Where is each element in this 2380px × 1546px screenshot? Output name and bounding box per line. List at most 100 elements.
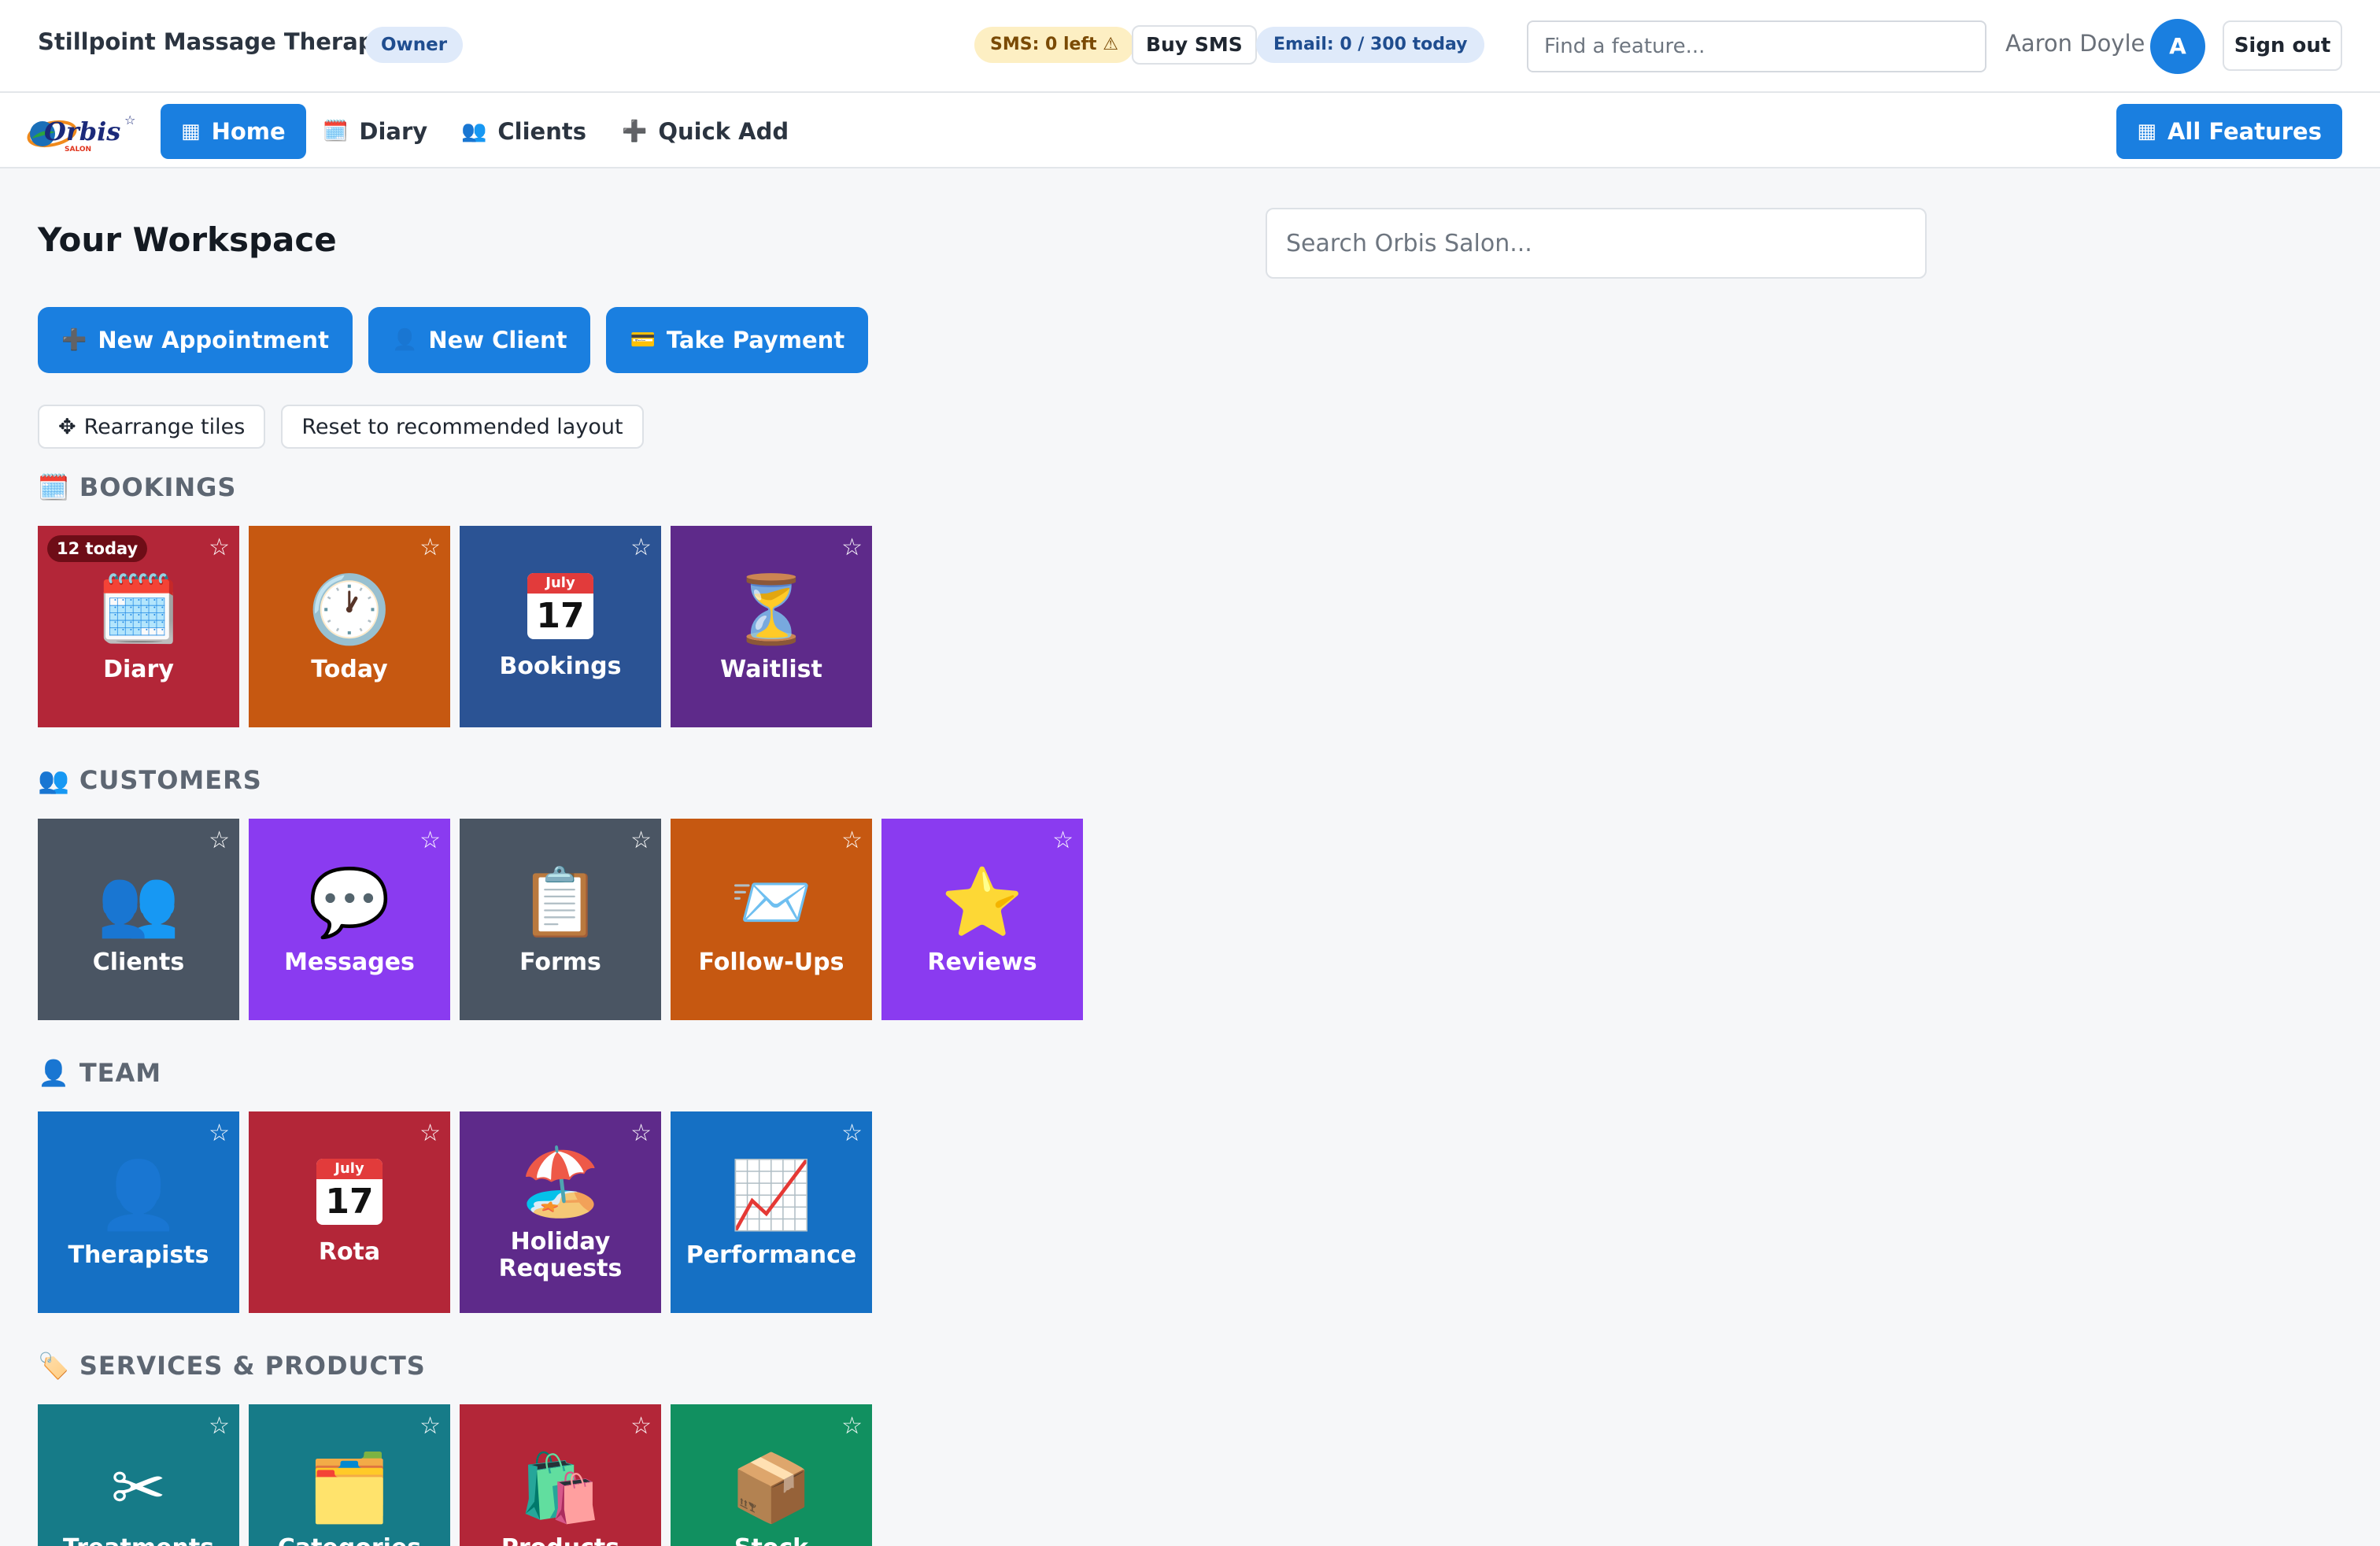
new-client-button[interactable]: 👤 New Client	[368, 307, 591, 373]
favorite-star-icon[interactable]: ☆	[630, 1412, 652, 1440]
chart-up-icon: 📈	[730, 1156, 813, 1233]
tile-therapists[interactable]: ☆ 👤 Therapists	[38, 1111, 239, 1313]
nav-diary[interactable]: 🗓️ Diary	[302, 104, 448, 159]
feature-search-input[interactable]	[1527, 20, 1986, 72]
nav-home[interactable]: ▦ Home	[161, 104, 306, 159]
calendar-day: 17	[536, 596, 585, 636]
quick-actions: ➕ New Appointment 👤 New Client 💳 Take Pa…	[38, 307, 869, 373]
all-features-button[interactable]: ▦ All Features	[2116, 104, 2342, 159]
nav-clients[interactable]: 👥 Clients	[441, 104, 607, 159]
tile-label: Stock	[726, 1535, 816, 1546]
section-title: BOOKINGS	[79, 472, 237, 502]
new-appointment-button[interactable]: ➕ New Appointment	[38, 307, 353, 373]
person-icon: 👤	[391, 328, 418, 352]
nav-quick-add[interactable]: ➕ Quick Add	[601, 104, 809, 159]
tile-treatments[interactable]: ☆ ✂ Treatments	[38, 1404, 239, 1546]
tile-diary[interactable]: 12 today ☆ 🗓️ Diary	[38, 526, 239, 727]
section-title: TEAM	[79, 1058, 162, 1088]
grid-icon: ▦	[181, 120, 201, 143]
logo-text: Orbis	[44, 117, 120, 146]
sign-out-button[interactable]: Sign out	[2223, 20, 2342, 71]
favorite-star-icon[interactable]: ☆	[630, 534, 652, 561]
take-payment-button[interactable]: 💳 Take Payment	[606, 307, 869, 373]
tile-label: Therapists	[68, 1241, 209, 1269]
tile-waitlist[interactable]: ☆ ⏳ Waitlist	[671, 526, 872, 727]
tile-label: Categories	[270, 1535, 429, 1546]
global-search-input[interactable]	[1266, 208, 1927, 279]
favorite-star-icon[interactable]: ☆	[209, 534, 230, 561]
calendar-day: 17	[325, 1182, 374, 1222]
tile-stock[interactable]: ☆ 📦 Stock	[671, 1404, 872, 1546]
favorite-star-icon[interactable]: ☆	[209, 827, 230, 854]
star-icon: ⭐	[941, 864, 1024, 941]
tag-icon: 🏷️	[38, 1351, 70, 1381]
nav-diary-label: Diary	[359, 118, 428, 145]
favorite-star-icon[interactable]: ☆	[630, 827, 652, 854]
tile-follow-ups[interactable]: ☆ 📨 Follow-Ups	[671, 819, 872, 1020]
take-payment-label: Take Payment	[666, 327, 845, 353]
hourglass-icon: ⏳	[730, 571, 813, 648]
tile-label: Products	[493, 1535, 627, 1546]
tile-messages[interactable]: ☆ 💬 Messages	[249, 819, 450, 1020]
envelope-icon: 📨	[730, 864, 813, 941]
grid-icon: ▦	[2137, 120, 2156, 143]
favorite-star-icon[interactable]: ☆	[419, 1119, 441, 1147]
tile-label: Clients	[92, 949, 185, 976]
favorite-star-icon[interactable]: ☆	[630, 1119, 652, 1147]
reset-layout-button[interactable]: Reset to recommended layout	[281, 405, 644, 449]
scissors-icon: ✂	[110, 1449, 167, 1526]
user-name: Aaron Doyle	[2005, 30, 2145, 57]
tile-rota[interactable]: ☆ July 17 Rota	[249, 1111, 450, 1313]
tile-label: Reviews	[927, 949, 1037, 976]
favorite-star-icon[interactable]: ☆	[1052, 827, 1074, 854]
tile-clients[interactable]: ☆ 👥 Clients	[38, 819, 239, 1020]
calendar-icon: July 17	[316, 1159, 382, 1225]
favorite-star-icon[interactable]: ☆	[209, 1119, 230, 1147]
favorite-star-icon[interactable]: ☆	[419, 827, 441, 854]
credit-card-icon: 💳	[630, 328, 656, 352]
tile-bookings[interactable]: ☆ July 17 Bookings	[460, 526, 661, 727]
tile-reviews[interactable]: ☆ ⭐ Reviews	[881, 819, 1083, 1020]
business-name: Stillpoint Massage Therapy	[38, 28, 390, 55]
person-icon: 👤	[97, 1156, 180, 1233]
calendar-icon: 🗓️	[38, 472, 70, 502]
tile-holiday-requests[interactable]: ☆ 🏖️ Holiday Requests	[460, 1111, 661, 1313]
speech-bubble-icon: 💬	[308, 864, 391, 941]
tile-label: Rota	[318, 1238, 381, 1266]
new-client-label: New Client	[428, 327, 567, 353]
tile-label: Diary	[103, 656, 174, 683]
tile-today[interactable]: ☆ 🕐 Today	[249, 526, 450, 727]
favorite-star-icon[interactable]: ☆	[419, 534, 441, 561]
favorite-star-icon[interactable]: ☆	[841, 1412, 863, 1440]
favorite-star-icon[interactable]: ☆	[419, 1412, 441, 1440]
calendar-icon: 🗓️	[97, 571, 180, 648]
people-icon: 👥	[461, 120, 487, 143]
tile-forms[interactable]: ☆ 📋 Forms	[460, 819, 661, 1020]
tile-categories[interactable]: ☆ 🗂️ Categories	[249, 1404, 450, 1546]
favorite-star-icon[interactable]: ☆	[841, 534, 863, 561]
layout-tools: ✥ Rearrange tiles Reset to recommended l…	[38, 405, 644, 449]
tile-label: Messages	[284, 949, 415, 976]
main-nav: Orbis SALON ☆ ▦ Home 🗓️ Diary 👥 Clients …	[0, 93, 2380, 168]
people-icon: 👥	[38, 765, 70, 795]
section-title: CUSTOMERS	[79, 765, 262, 795]
favorite-star-icon[interactable]: ☆	[841, 1119, 863, 1147]
favorite-star-icon[interactable]: ☆	[209, 1412, 230, 1440]
person-icon: 👤	[38, 1058, 70, 1088]
avatar[interactable]: A	[2150, 19, 2205, 74]
orbis-logo[interactable]: Orbis SALON ☆	[20, 107, 139, 157]
calendar-month: July	[316, 1159, 382, 1179]
tile-performance[interactable]: ☆ 📈 Performance	[671, 1111, 872, 1313]
logo-subtext: SALON	[65, 146, 91, 153]
plus-icon: ➕	[61, 328, 87, 352]
tile-products[interactable]: ☆ 🛍️ Products	[460, 1404, 661, 1546]
tile-row-services-and-products: ☆ ✂ Treatments ☆ 🗂️ Categories ☆ 🛍️ Products ☆ 📦 St…	[38, 1404, 872, 1546]
rearrange-tiles-button[interactable]: ✥ Rearrange tiles	[38, 405, 266, 449]
favorite-star-icon[interactable]: ☆	[841, 827, 863, 854]
nav-quick-add-label: Quick Add	[658, 118, 789, 145]
people-icon: 👥	[97, 864, 180, 941]
beach-umbrella-icon: 🏖️	[519, 1143, 602, 1220]
folder-icon: 🗂️	[308, 1449, 391, 1526]
section-heading-team: 👤 TEAM	[38, 1058, 161, 1088]
buy-sms-button[interactable]: Buy SMS	[1132, 25, 1257, 65]
